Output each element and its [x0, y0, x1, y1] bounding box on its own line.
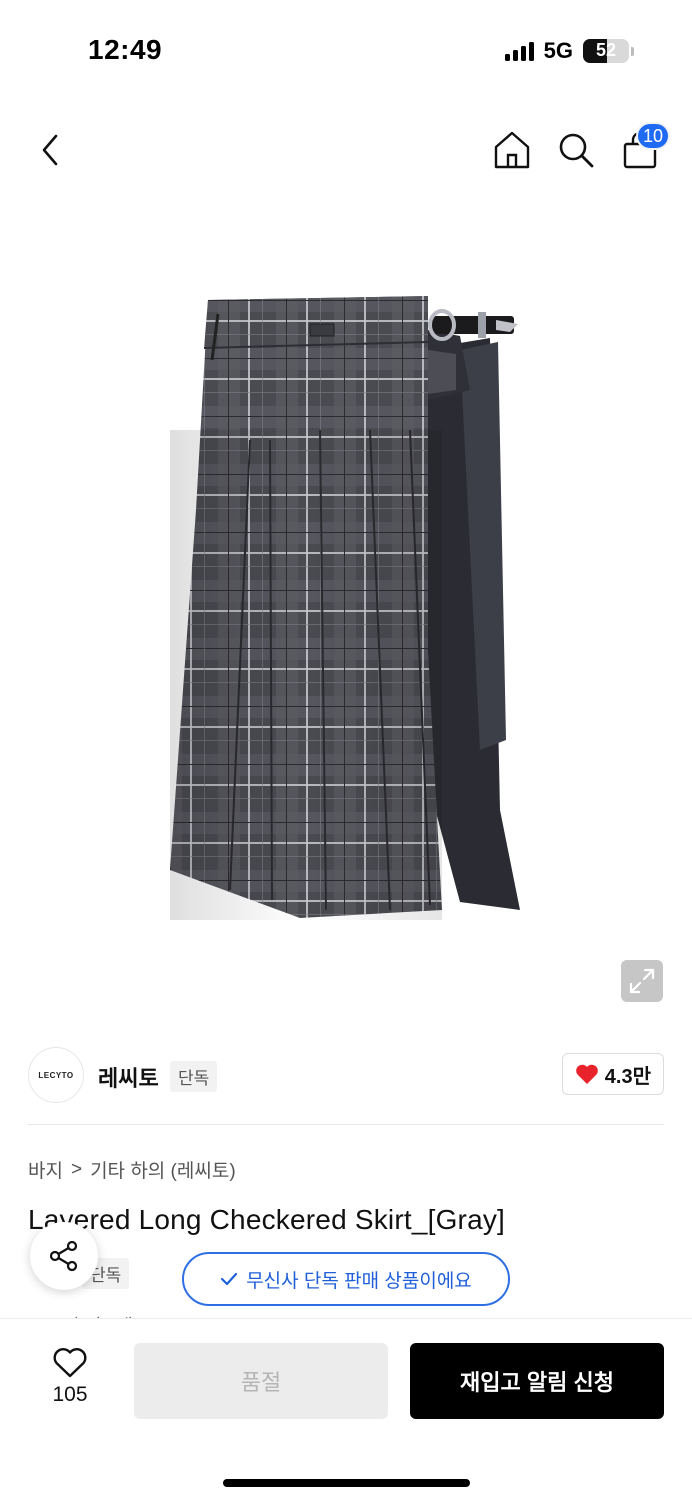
expand-image-button[interactable] [621, 960, 663, 1002]
signal-icon [504, 41, 534, 61]
restock-alert-button[interactable]: 재입고 알림 신청 [410, 1343, 664, 1419]
battery-level: 52 [595, 40, 617, 60]
section-divider [28, 1124, 664, 1125]
sold-out-button: 품절 [134, 1343, 388, 1419]
wishlist-count: 105 [52, 1383, 88, 1406]
exclusive-notice-pill[interactable]: 무신사 단독 판매 상품이에요 [182, 1252, 510, 1306]
battery-cap [631, 46, 634, 56]
wishlist-button[interactable]: 105 [40, 1347, 100, 1407]
share-icon [49, 1240, 78, 1272]
brand-like-count: 4.3만 [604, 1065, 651, 1088]
battery-icon: 52 [583, 39, 629, 63]
top-nav-bar: 10 [0, 100, 692, 200]
brand-exclusive-tag: 단독 [170, 1061, 218, 1092]
breadcrumb-subcategory[interactable]: 기타 하의 (레씨토) [90, 1156, 236, 1183]
back-icon[interactable] [34, 130, 66, 170]
heart-outline-icon [53, 1348, 87, 1378]
brand-name[interactable]: 레씨토 [98, 1061, 159, 1093]
breadcrumb-separator: > [70, 1158, 83, 1180]
status-indicators: 5G 52 [504, 38, 634, 64]
network-type: 5G [543, 38, 573, 63]
status-time: 12:49 [88, 34, 163, 65]
brand-row: LECYTO 레씨토 단독 4.3만 [0, 1026, 692, 1126]
bottom-action-bar: 105 품절 재입고 알림 신청 [0, 1318, 692, 1500]
status-bar: 12:49 5G 52 [0, 0, 692, 100]
brand-logo[interactable]: LECYTO [28, 1047, 84, 1103]
heart-filled-icon [575, 1064, 598, 1084]
brand-like-button[interactable]: 4.3만 [561, 1053, 664, 1095]
check-icon [221, 1272, 238, 1286]
breadcrumb: 바지 > 기타 하의 (레씨토) [28, 1156, 236, 1183]
home-icon[interactable] [492, 128, 532, 172]
home-indicator[interactable] [223, 1479, 470, 1487]
share-button[interactable] [30, 1222, 98, 1290]
search-icon[interactable] [556, 130, 596, 170]
exclusive-notice-text: 무신사 단독 판매 상품이에요 [246, 1270, 472, 1292]
shopping-bag-icon[interactable]: 10 [620, 122, 670, 170]
breadcrumb-category[interactable]: 바지 [28, 1156, 63, 1183]
cart-count-badge: 10 [635, 122, 670, 150]
expand-arrows-icon [629, 968, 655, 994]
product-image[interactable] [160, 290, 530, 925]
product-title: Layered Long Checkered Skirt_[Gray] [28, 1204, 506, 1235]
